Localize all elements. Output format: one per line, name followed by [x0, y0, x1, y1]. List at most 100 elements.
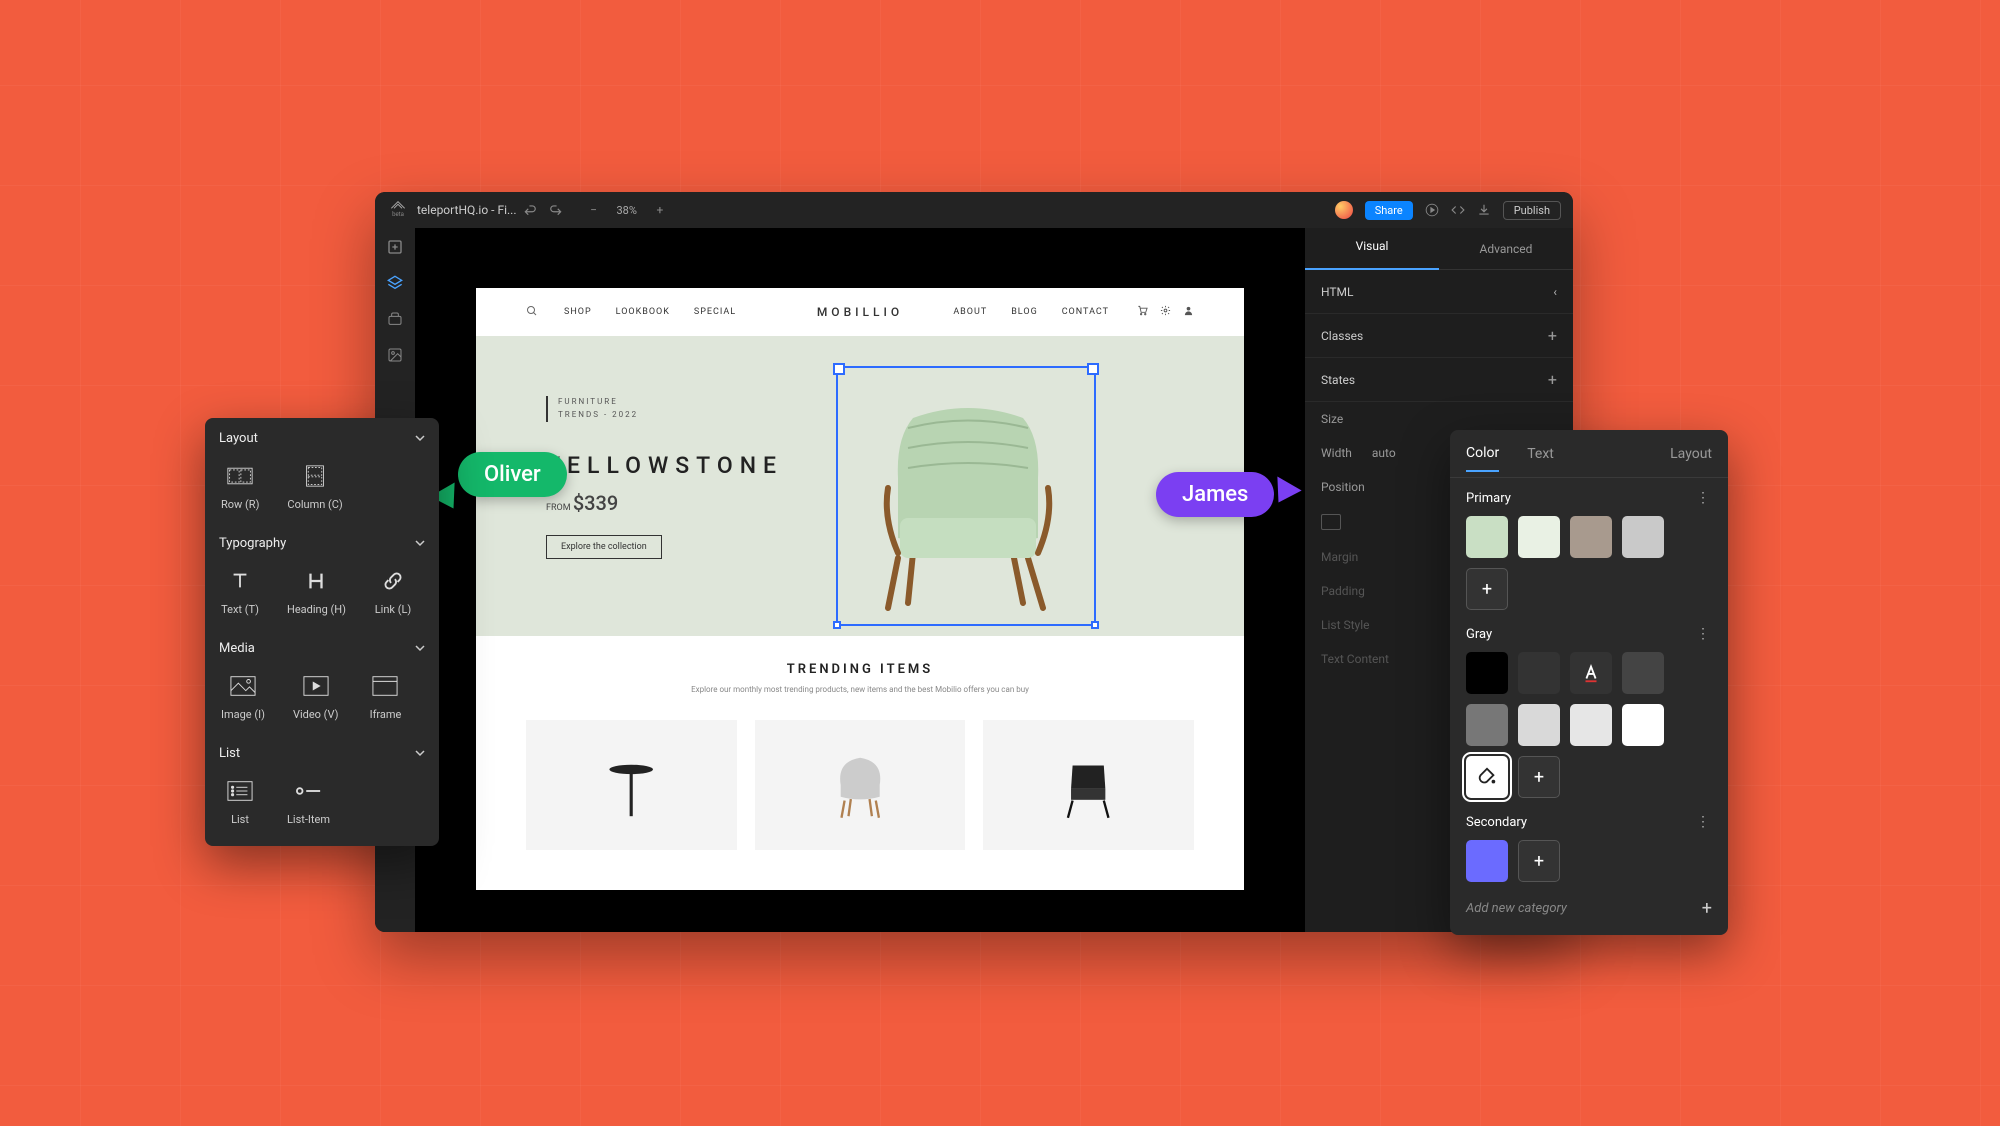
section-layout[interactable]: Layout — [205, 418, 439, 458]
color-swatch[interactable] — [1518, 652, 1560, 694]
color-swatch[interactable] — [1622, 704, 1664, 746]
section-typography[interactable]: Typography — [205, 523, 439, 563]
redo-icon[interactable] — [545, 199, 567, 221]
states-row[interactable]: States+ — [1305, 358, 1573, 402]
color-swatch[interactable] — [1622, 516, 1664, 558]
html-row[interactable]: HTML‹ — [1305, 270, 1573, 314]
text-color-swatch[interactable] — [1570, 652, 1612, 694]
element-image[interactable]: Image (I) — [221, 672, 265, 721]
zoom-in-icon[interactable]: + — [649, 199, 671, 221]
gear-icon[interactable] — [1160, 305, 1171, 319]
nav-special[interactable]: SPECIAL — [694, 307, 736, 317]
share-button[interactable]: Share — [1365, 201, 1413, 220]
hero-section: FURNITURE TRENDS - 2022 YELLOWSTONE FROM… — [476, 336, 1244, 636]
app-window: beta teleportHQ.io - Fi... − 38% + Share… — [375, 192, 1573, 932]
add-swatch-button[interactable]: + — [1518, 756, 1560, 798]
brand-logo[interactable]: MOBILLIO — [817, 305, 903, 319]
more-icon[interactable]: ⋮ — [1696, 814, 1712, 830]
color-swatch[interactable] — [1466, 704, 1508, 746]
heading-icon — [297, 567, 335, 595]
more-icon[interactable]: ⋮ — [1696, 626, 1712, 642]
element-link[interactable]: Link (L) — [374, 567, 412, 616]
position-icon[interactable] — [1321, 514, 1341, 530]
nav-contact[interactable]: CONTACT — [1062, 307, 1109, 317]
elements-panel: Layout Row (R) Column (C) Typography Tex… — [205, 418, 439, 846]
color-swatch[interactable] — [1518, 704, 1560, 746]
nav-about[interactable]: ABOUT — [953, 307, 987, 317]
row-icon — [221, 462, 259, 490]
assets-icon[interactable] — [382, 306, 408, 332]
iframe-icon — [366, 672, 404, 700]
chevron-down-icon — [415, 538, 425, 548]
canvas-area[interactable]: SHOP LOOKBOOK SPECIAL MOBILLIO ABOUT BLO… — [415, 228, 1305, 932]
product-card[interactable] — [755, 720, 966, 850]
color-swatch[interactable] — [1570, 704, 1612, 746]
tab-color[interactable]: Color — [1466, 445, 1499, 472]
layers-icon[interactable] — [382, 270, 408, 296]
cta-button[interactable]: Explore the collection — [546, 535, 662, 559]
element-iframe[interactable]: Iframe — [366, 672, 404, 721]
chevron-left-icon: ‹ — [1553, 285, 1557, 299]
add-category-button[interactable]: Add new category+ — [1450, 886, 1728, 923]
color-swatch[interactable] — [1466, 516, 1508, 558]
download-icon[interactable] — [1473, 199, 1495, 221]
product-card[interactable] — [526, 720, 737, 850]
nav-blog[interactable]: BLOG — [1011, 307, 1038, 317]
cart-icon[interactable] — [1137, 305, 1148, 319]
nav-lookbook[interactable]: LOOKBOOK — [616, 307, 670, 317]
beta-label: beta — [392, 211, 404, 218]
cursor-label: James — [1156, 472, 1274, 517]
element-heading[interactable]: Heading (H) — [287, 567, 346, 616]
plus-icon[interactable]: + — [1548, 326, 1557, 345]
section-list[interactable]: List — [205, 733, 439, 773]
image-rail-icon[interactable] — [382, 342, 408, 368]
element-list[interactable]: List — [221, 777, 259, 826]
zoom-level[interactable]: 38% — [617, 204, 637, 217]
zoom-out-icon[interactable]: − — [583, 199, 605, 221]
element-column[interactable]: Column (C) — [287, 462, 342, 511]
color-swatch[interactable] — [1466, 652, 1508, 694]
chevron-down-icon — [415, 748, 425, 758]
cat-secondary: Secondary — [1466, 815, 1527, 830]
design-canvas[interactable]: SHOP LOOKBOOK SPECIAL MOBILLIO ABOUT BLO… — [476, 288, 1244, 890]
search-icon[interactable] — [526, 305, 538, 320]
add-swatch-button[interactable]: + — [1466, 568, 1508, 610]
classes-row[interactable]: Classes+ — [1305, 314, 1573, 358]
element-text[interactable]: Text (T) — [221, 567, 259, 616]
user-icon[interactable] — [1183, 305, 1194, 319]
element-video[interactable]: Video (V) — [293, 672, 339, 721]
plus-icon[interactable]: + — [1548, 370, 1557, 389]
element-row[interactable]: Row (R) — [221, 462, 259, 511]
tab-advanced[interactable]: Advanced — [1439, 228, 1573, 270]
fill-color-swatch[interactable] — [1466, 756, 1508, 798]
color-swatch[interactable] — [1518, 516, 1560, 558]
color-swatch[interactable] — [1466, 840, 1508, 882]
color-panel: Color Text Layout Primary⋮ + Gray⋮ + Se — [1450, 430, 1728, 935]
element-list-item[interactable]: List-Item — [287, 777, 330, 826]
cursor-label: Oliver — [458, 452, 567, 497]
nav-shop[interactable]: SHOP — [564, 307, 592, 317]
color-swatch[interactable] — [1622, 652, 1664, 694]
publish-button[interactable]: Publish — [1503, 201, 1561, 220]
play-icon[interactable] — [1421, 199, 1443, 221]
tab-text[interactable]: Text — [1527, 446, 1554, 471]
avatar[interactable] — [1335, 201, 1353, 219]
add-element-icon[interactable] — [382, 234, 408, 260]
add-swatch-button[interactable]: + — [1518, 840, 1560, 882]
tab-layout[interactable]: Layout — [1670, 446, 1712, 471]
tab-visual[interactable]: Visual — [1305, 228, 1439, 270]
collaborator-cursor-james: James — [1156, 472, 1298, 517]
section-media[interactable]: Media — [205, 628, 439, 668]
selected-element[interactable] — [836, 366, 1096, 626]
code-icon[interactable] — [1447, 199, 1469, 221]
product-card[interactable] — [983, 720, 1194, 850]
app-logo[interactable]: beta — [387, 199, 409, 221]
more-icon[interactable]: ⋮ — [1696, 490, 1712, 506]
color-swatch[interactable] — [1570, 516, 1612, 558]
project-title[interactable]: teleportHQ.io - Fi... — [417, 203, 517, 217]
undo-icon[interactable] — [519, 199, 541, 221]
trending-subtitle: Explore our monthly most trending produc… — [526, 685, 1194, 694]
cat-primary: Primary — [1466, 491, 1511, 506]
chevron-down-icon — [415, 643, 425, 653]
video-icon — [297, 672, 335, 700]
